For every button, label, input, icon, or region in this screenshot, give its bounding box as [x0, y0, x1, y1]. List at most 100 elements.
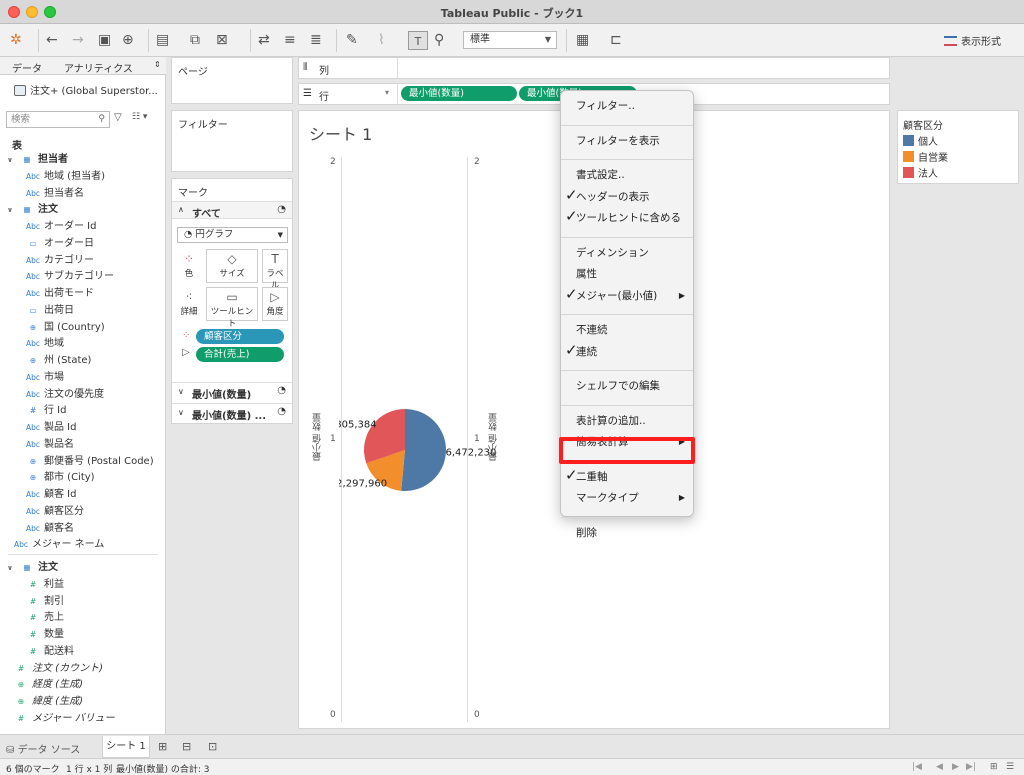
field-item[interactable]: Abc 市場: [0, 370, 165, 387]
datasource-row[interactable]: 注文+ (Global Superstor...: [14, 82, 158, 97]
nav-prev-icon[interactable]: ◀: [936, 762, 943, 772]
menu-item[interactable]: 表計算の追加..: [561, 412, 693, 430]
grid-view-icon[interactable]: ⊞: [990, 762, 998, 772]
field-item[interactable]: Abc 地域: [0, 336, 165, 353]
tab-data[interactable]: データ: [12, 60, 42, 75]
pane-menu-icon[interactable]: ⇕: [154, 60, 161, 69]
search-input[interactable]: 検索 ⚲: [6, 111, 110, 128]
field-item[interactable]: Abc 顧客区分: [0, 504, 165, 521]
new-worksheet-tab-icon[interactable]: ⊞: [158, 740, 167, 753]
pages-card[interactable]: ページ: [171, 57, 293, 104]
angle-pill[interactable]: 合計(売上): [196, 347, 284, 362]
field-item[interactable]: Abc 顧客 Id: [0, 487, 165, 504]
redo-icon[interactable]: →: [72, 31, 84, 50]
new-dashboard-tab-icon[interactable]: ⊟: [182, 740, 191, 753]
marks-all-tab[interactable]: ∧ すべて ◔: [172, 201, 292, 220]
marks-color-button[interactable]: ⁘ 色: [176, 249, 202, 283]
field-item[interactable]: Abc 出荷モード: [0, 286, 165, 303]
marks-size-button[interactable]: ◇ サイズ: [206, 249, 258, 283]
save-icon[interactable]: ▣: [98, 31, 111, 50]
chevron-down-icon[interactable]: ∨: [4, 560, 16, 577]
field-item[interactable]: # 数量: [0, 627, 165, 644]
swap-rows-columns-icon[interactable]: ⇄: [258, 31, 270, 50]
marks-detail-button[interactable]: ⁖ 詳細: [176, 287, 202, 321]
new-datasource-icon[interactable]: ⊕: [122, 31, 134, 50]
columns-shelf[interactable]: ⦀ 列: [298, 57, 890, 79]
highlight-icon[interactable]: ✎: [346, 31, 358, 50]
nav-last-icon[interactable]: ▶|: [966, 762, 976, 772]
new-worksheet-icon[interactable]: ▤: [156, 31, 169, 50]
filters-card[interactable]: フィルター: [171, 110, 293, 172]
field-item[interactable]: Abc カテゴリー: [0, 253, 165, 270]
menu-item[interactable]: フィルター..: [561, 97, 693, 115]
field-item[interactable]: Abc 担当者名: [0, 186, 165, 203]
show-me-button[interactable]: 表示形式: [944, 33, 1001, 48]
field-item[interactable]: Abc 顧客名: [0, 521, 165, 538]
pin-axes-icon[interactable]: ⚲: [434, 31, 444, 50]
menu-item[interactable]: マークタイプ ▶: [561, 489, 693, 507]
tab-sheet-1[interactable]: シート 1: [102, 736, 150, 758]
pie-slice[interactable]: [401, 409, 446, 491]
field-item[interactable]: Abc 製品 Id: [0, 420, 165, 437]
rows-pill-1[interactable]: 最小値(数量): [401, 86, 517, 101]
chevron-down-icon[interactable]: ∨: [4, 202, 16, 219]
menu-item[interactable]: ✓ 連続: [561, 341, 693, 361]
menu-item[interactable]: ✓ 二重軸: [561, 466, 693, 486]
menu-item[interactable]: ディメンション: [561, 244, 693, 262]
field-item[interactable]: Abc メジャー ネーム: [0, 537, 165, 554]
marks-subcard-2[interactable]: ∨ 最小値(数量) ... ◔: [172, 403, 292, 422]
menu-item[interactable]: ✓ メジャー(最小値) ▶: [561, 285, 693, 305]
marks-angle-button[interactable]: ▷ 角度: [262, 287, 288, 321]
field-group[interactable]: ∨ ▦ 注文: [0, 202, 165, 219]
field-item[interactable]: # 行 Id: [0, 403, 165, 420]
field-group[interactable]: ∨ ▦ 担当者: [0, 152, 165, 169]
field-item[interactable]: ▭ オーダー日: [0, 236, 165, 253]
field-item[interactable]: Abc 地域 (担当者): [0, 169, 165, 186]
view-options-icon[interactable]: ☷ ▾: [132, 112, 147, 122]
field-item[interactable]: # 売上: [0, 610, 165, 627]
sort-descending-icon[interactable]: ≣: [310, 31, 322, 50]
nav-first-icon[interactable]: |◀: [912, 762, 922, 772]
menu-item[interactable]: 属性: [561, 265, 693, 283]
field-item[interactable]: # 割引: [0, 594, 165, 611]
field-item[interactable]: ▭ 出荷日: [0, 303, 165, 320]
mark-type-select[interactable]: ◔ 円グラフ ▼: [177, 227, 288, 243]
legend-item[interactable]: 法人: [903, 167, 938, 181]
menu-item[interactable]: フィルターを表示: [561, 132, 693, 150]
field-item[interactable]: # 配送料: [0, 644, 165, 661]
show-labels-icon[interactable]: T: [408, 31, 428, 50]
field-item[interactable]: Abc 注文の優先度: [0, 387, 165, 404]
field-item[interactable]: ⊕ 緯度 (生成): [0, 694, 165, 711]
marks-label-button[interactable]: T ラベル: [262, 249, 288, 291]
color-pill[interactable]: 顧客区分: [196, 329, 284, 344]
duplicate-sheet-icon[interactable]: ⧉: [190, 31, 200, 50]
undo-icon[interactable]: ←: [46, 31, 58, 50]
field-item[interactable]: # メジャー バリュー: [0, 711, 165, 728]
filter-icon[interactable]: ▽: [114, 112, 122, 123]
chevron-down-icon[interactable]: ∨: [4, 152, 16, 169]
menu-item[interactable]: 不連続: [561, 321, 693, 339]
marks-subcard-1[interactable]: ∨ 最小値(数量) ◔: [172, 382, 292, 401]
group-icon[interactable]: ⌇: [378, 31, 385, 50]
field-item[interactable]: Abc 製品名: [0, 437, 165, 454]
show-cards-icon[interactable]: ▦: [576, 31, 589, 50]
sort-ascending-icon[interactable]: ≡: [284, 31, 296, 50]
field-item[interactable]: ⊕ 経度 (生成): [0, 677, 165, 694]
menu-item[interactable]: 削除: [561, 524, 693, 542]
fit-select[interactable]: 標準 ▼: [463, 31, 557, 49]
new-story-tab-icon[interactable]: ⊡: [208, 740, 217, 753]
legend-item[interactable]: 自営業: [903, 151, 948, 165]
tab-analytics[interactable]: アナリティクス: [64, 60, 133, 75]
field-item[interactable]: Abc サブカテゴリー: [0, 269, 165, 286]
menu-item[interactable]: ✓ ヘッダーの表示: [561, 186, 693, 206]
tableau-logo-icon[interactable]: ✲: [10, 31, 22, 50]
legend-item[interactable]: 個人: [903, 135, 938, 149]
list-view-icon[interactable]: ☰: [1006, 762, 1014, 772]
field-item[interactable]: # 利益: [0, 577, 165, 594]
marks-tooltip-button[interactable]: ▭ ツールヒント: [206, 287, 258, 329]
field-item[interactable]: ⊕ 州 (State): [0, 353, 165, 370]
menu-item[interactable]: ✓ ツールヒントに含める: [561, 207, 693, 227]
menu-item[interactable]: シェルフでの編集: [561, 377, 693, 395]
clear-sheet-icon[interactable]: ⊠: [216, 31, 228, 50]
field-item[interactable]: ⊕ 国 (Country): [0, 320, 165, 337]
